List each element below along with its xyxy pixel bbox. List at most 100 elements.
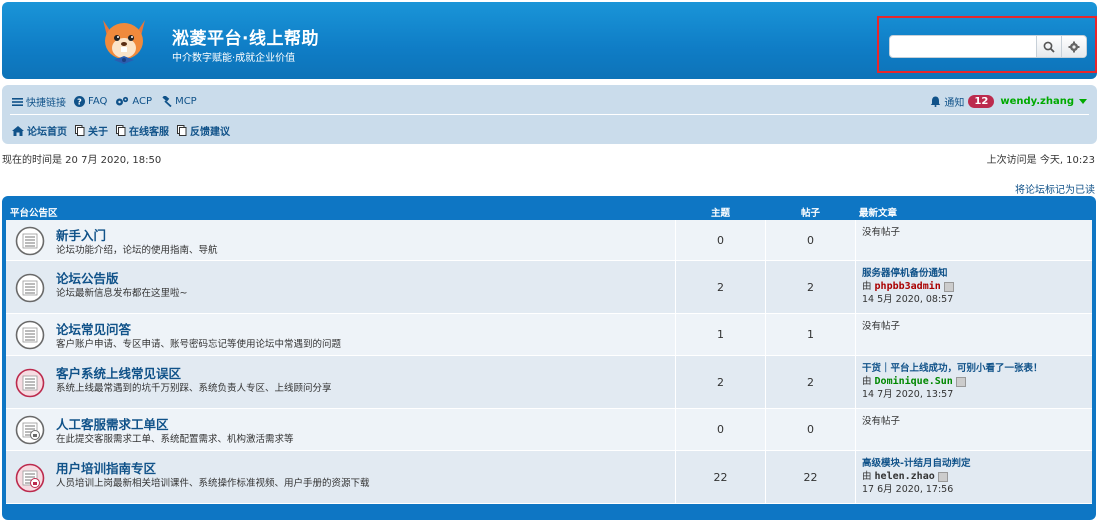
forum-rows: 新手入门 论坛功能介绍，论坛的使用指南、导航 0 0 没有帖子 论坛公告版 论坛最新信息发布… xyxy=(6,220,1092,504)
posts-count: 0 xyxy=(766,409,856,450)
by-label: 由 xyxy=(862,376,875,387)
current-time: 现在的时间是 20 7月 2020, 18:50 xyxy=(2,155,162,166)
last-post-cell: 没有帖子 xyxy=(856,220,1092,260)
search-box xyxy=(889,35,1087,58)
question-icon: ? xyxy=(74,96,85,107)
last-post-time: 14 7月 2020, 13:57 xyxy=(862,389,954,400)
faq-label: FAQ xyxy=(88,96,108,107)
forum-title-cell: 客户系统上线常见误区 系统上线最常遇到的坑千万别踩、系统负责人专区、上线顾问分享 xyxy=(6,356,676,408)
forum-read-icon xyxy=(15,226,45,256)
forum-unread-locked-icon xyxy=(15,463,45,493)
forum-description: 客户账户申请、专区申请、账号密码忘记等使用论坛中常遇到的问题 xyxy=(56,339,342,350)
nav-bar: 快捷链接 ? FAQ ACP MCP 通知 12 wendy.zhang 论坛首… xyxy=(2,85,1097,144)
forum-title-cell: 新手入门 论坛功能介绍，论坛的使用指南、导航 xyxy=(6,220,676,260)
mcp-link[interactable]: MCP xyxy=(160,96,197,107)
acp-label: ACP xyxy=(132,96,153,107)
last-post-cell: 高级模块-计结月自动判定由 helen.zhao 17 6月 2020, 17:5… xyxy=(856,451,1092,503)
search-button[interactable] xyxy=(1036,36,1061,57)
site-title[interactable]: 淞菱平台·线上帮助 xyxy=(172,24,319,49)
last-post-author-link[interactable]: helen.zhao xyxy=(875,471,935,482)
no-posts-label: 没有帖子 xyxy=(862,416,901,427)
faq-link[interactable]: ? FAQ xyxy=(74,96,107,107)
home-icon xyxy=(12,125,24,136)
forum-row[interactable]: 新手入门 论坛功能介绍，论坛的使用指南、导航 0 0 没有帖子 xyxy=(6,220,1092,261)
last-post-title-link[interactable]: 高级模块-计结月自动判定 xyxy=(862,457,1092,470)
advanced-search-button[interactable] xyxy=(1061,36,1086,57)
crumb-feedback[interactable]: 反馈建议 xyxy=(177,123,230,138)
forum-title-cell: 论坛公告版 论坛最新信息发布都在这里啦~ xyxy=(6,261,676,313)
goto-last-post-icon[interactable] xyxy=(937,471,948,482)
svg-text:?: ? xyxy=(77,98,82,107)
last-post-cell: 干货｜平台上线成功，可别小看了一张表！由 Dominique.Sun 14 7月 … xyxy=(856,356,1092,408)
breadcrumb: 论坛首页 关于 在线客服 反馈建议 xyxy=(12,123,238,138)
forum-row[interactable]: 论坛常见问答 客户账户申请、专区申请、账号密码忘记等使用论坛中常遇到的问题 1 1 没有… xyxy=(6,314,1092,356)
posts-count: 0 xyxy=(766,220,856,260)
crumb-online-service[interactable]: 在线客服 xyxy=(116,123,169,138)
forum-description: 系统上线最常遇到的坑千万别踩、系统负责人专区、上线顾问分享 xyxy=(56,383,332,394)
topics-count: 22 xyxy=(676,451,766,503)
user-area: 通知 12 wendy.zhang xyxy=(930,94,1087,109)
topics-count: 2 xyxy=(676,261,766,313)
forum-list: 平台公告区 主题 帖子 最新文章 新手入门 论坛功能介绍，论坛的使用指南、导航 0 0… xyxy=(2,196,1096,520)
gear-icon xyxy=(1068,41,1080,52)
last-post-author-link[interactable]: phpbb3admin xyxy=(875,281,941,292)
gavel-icon xyxy=(162,96,172,107)
forum-unread-icon xyxy=(15,368,45,398)
forum-row[interactable]: 客户系统上线常见误区 系统上线最常遇到的坑千万别踩、系统负责人专区、上线顾问分享 2… xyxy=(6,356,1092,409)
forum-title-cell: 用户培训指南专区 人员培训上岗最新相关培训课件、系统操作标准视频、用户手册的资源下… xyxy=(6,451,676,503)
search-input[interactable] xyxy=(890,36,1036,57)
forum-row[interactable]: 论坛公告版 论坛最新信息发布都在这里啦~ 2 2 服务器停机备份通知由 phpbb3ad… xyxy=(6,261,1092,314)
no-posts-label: 没有帖子 xyxy=(862,227,901,238)
forum-description: 论坛最新信息发布都在这里啦~ xyxy=(56,288,188,299)
acp-link[interactable]: ACP xyxy=(115,96,152,107)
site-description: 中介数字赋能·成就企业价值 xyxy=(172,53,296,64)
forum-title-cell: 人工客服需求工单区 在此提交客服需求工单、系统配置需求、机构激活需求等 xyxy=(6,409,676,450)
last-post-time: 17 6月 2020, 17:56 xyxy=(862,484,954,495)
mark-forums-read-link[interactable]: 将论坛标记为已读 xyxy=(1015,181,1095,196)
quick-links-menu[interactable]: 快捷链接 xyxy=(12,94,66,109)
posts-column-header: 帖子 xyxy=(801,208,821,219)
by-label: 由 xyxy=(862,471,875,482)
forum-title-cell: 论坛常见问答 客户账户申请、专区申请、账号密码忘记等使用论坛中常遇到的问题 xyxy=(6,314,676,355)
search-icon xyxy=(1043,41,1055,53)
no-posts-label: 没有帖子 xyxy=(862,321,901,332)
forum-description: 在此提交客服需求工单、系统配置需求、机构激活需求等 xyxy=(56,434,294,445)
forum-locked-icon xyxy=(15,415,45,445)
document-icon xyxy=(75,125,85,136)
last-post-cell: 没有帖子 xyxy=(856,314,1092,355)
topics-count: 1 xyxy=(676,314,766,355)
forum-read-icon xyxy=(15,320,45,350)
bell-icon[interactable] xyxy=(930,96,941,107)
by-label: 由 xyxy=(862,281,875,292)
nav-links: 快捷链接 ? FAQ ACP MCP xyxy=(12,94,205,109)
topics-count: 2 xyxy=(676,356,766,408)
crumb-label: 论坛首页 xyxy=(27,127,67,138)
username-link[interactable]: wendy.zhang xyxy=(1000,96,1074,107)
notifications-label[interactable]: 通知 xyxy=(944,94,964,109)
crumb-label: 关于 xyxy=(88,127,108,138)
forum-list-header: 平台公告区 主题 帖子 最新文章 xyxy=(6,196,1092,220)
squirrel-logo-icon[interactable] xyxy=(97,14,151,68)
mcp-label: MCP xyxy=(175,96,197,107)
crumb-forum-index[interactable]: 论坛首页 xyxy=(12,123,67,138)
last-post-author-link[interactable]: Dominique.Sun xyxy=(875,376,953,387)
crumb-about[interactable]: 关于 xyxy=(75,123,108,138)
forum-row[interactable]: 用户培训指南专区 人员培训上岗最新相关培训课件、系统操作标准视频、用户手册的资源下… xyxy=(6,451,1092,504)
notifications-count-badge[interactable]: 12 xyxy=(968,95,995,108)
goto-last-post-icon[interactable] xyxy=(955,376,966,387)
posts-count: 2 xyxy=(766,356,856,408)
posts-count: 1 xyxy=(766,314,856,355)
goto-last-post-icon[interactable] xyxy=(943,281,954,292)
document-icon xyxy=(177,125,187,136)
forum-row[interactable]: 人工客服需求工单区 在此提交客服需求工单、系统配置需求、机构激活需求等 0 0 没有帖子 xyxy=(6,409,1092,451)
last-post-title-link[interactable]: 干货｜平台上线成功，可别小看了一张表！ xyxy=(862,362,1092,375)
posts-count: 22 xyxy=(766,451,856,503)
last-post-time: 14 5月 2020, 08:57 xyxy=(862,294,954,305)
last-post-title-link[interactable]: 服务器停机备份通知 xyxy=(862,267,1092,280)
chevron-down-icon[interactable] xyxy=(1079,99,1087,104)
nav-divider xyxy=(10,114,1089,115)
quick-links-label: 快捷链接 xyxy=(26,98,66,109)
cogs-icon xyxy=(116,96,129,106)
document-icon xyxy=(116,125,126,136)
category-title[interactable]: 平台公告区 xyxy=(10,205,58,219)
